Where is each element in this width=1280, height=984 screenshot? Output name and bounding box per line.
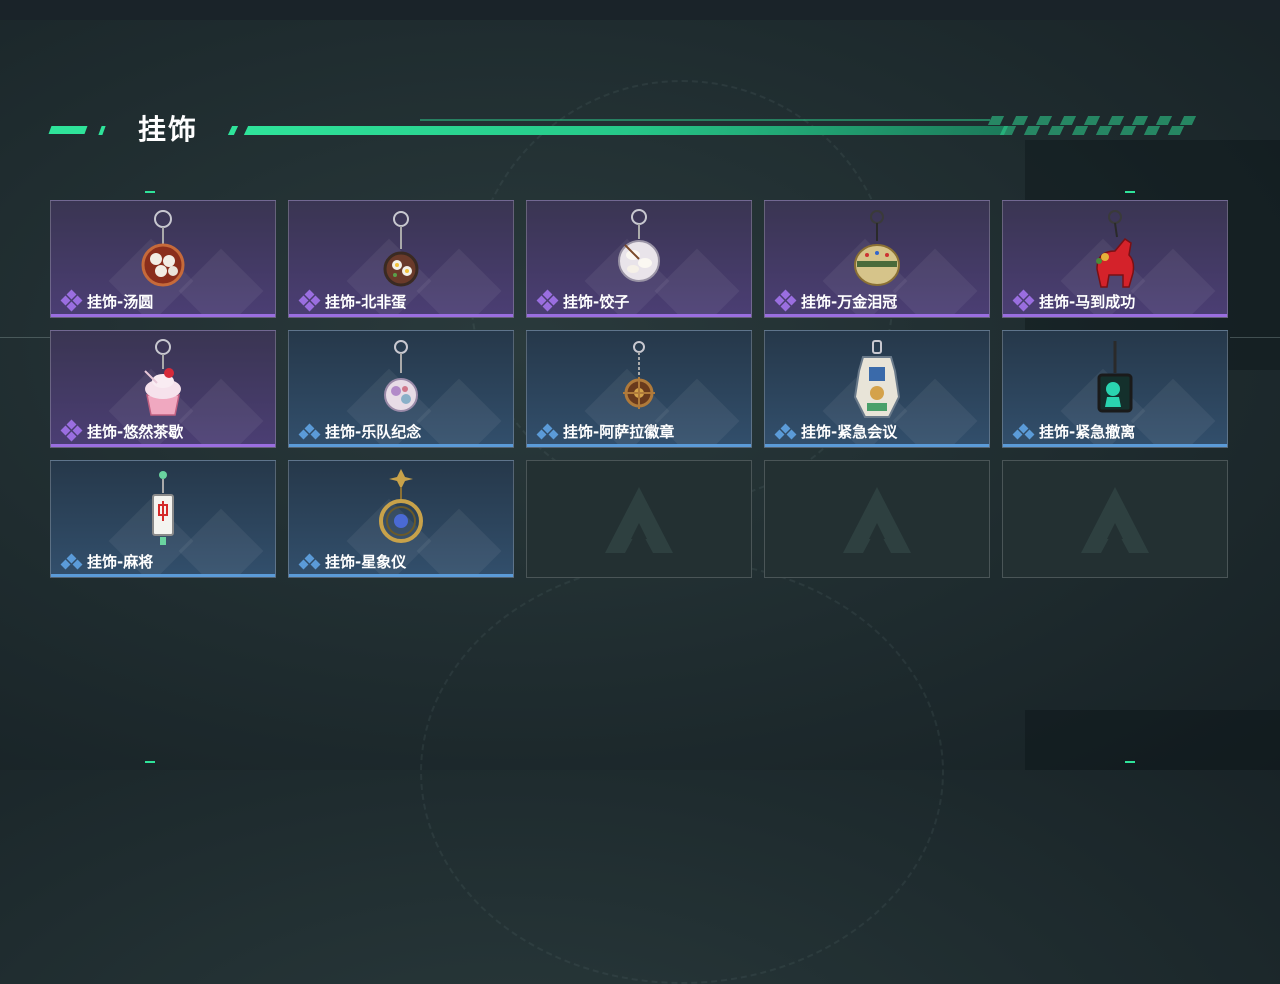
charm-card[interactable]: 挂饰-紧急撤离 [1002, 330, 1228, 448]
asara-emblem-charm-icon [623, 341, 655, 409]
rarity-purple-icon [536, 289, 559, 312]
charm-name: 挂饰-汤圆 [87, 292, 154, 311]
mahjong-tile-charm-icon [152, 471, 174, 545]
charm-name: 挂饰-阿萨拉徽章 [563, 422, 675, 441]
corner-mark [1125, 191, 1135, 193]
charm-label: 挂饰-汤圆 [60, 289, 154, 312]
game-logo-icon [1081, 487, 1149, 553]
rarity-bar [1003, 314, 1227, 317]
divider-line-left [0, 337, 50, 338]
charm-card[interactable]: 挂饰-星象仪 [288, 460, 514, 578]
charm-name: 挂饰-紧急会议 [801, 422, 898, 441]
jeweled-crown-charm-icon [854, 210, 900, 286]
rarity-bar [51, 314, 275, 317]
rarity-blue-icon [536, 420, 559, 442]
corner-mark [1125, 761, 1135, 763]
charm-card[interactable]: 挂饰-汤圆 [50, 200, 276, 318]
charm-label: 挂饰-饺子 [536, 289, 630, 312]
emergency-exit-charm-icon [1097, 341, 1133, 413]
header-bar [243, 126, 1009, 135]
charm-name: 挂饰-乐队纪念 [325, 422, 422, 441]
charm-name: 挂饰-饺子 [563, 292, 630, 311]
rarity-purple-icon [774, 289, 797, 312]
rarity-bar [527, 444, 751, 447]
rarity-bar [51, 444, 275, 447]
rarity-blue-icon [298, 420, 321, 442]
header-dash-decor [98, 126, 106, 135]
charm-label: 挂饰-紧急撤离 [1012, 420, 1136, 442]
charm-card[interactable]: 挂饰-麻将 [50, 460, 276, 578]
charm-card[interactable]: 挂饰-悠然茶歇 [50, 330, 276, 448]
charm-label: 挂饰-星象仪 [298, 550, 407, 572]
rarity-bar [289, 314, 513, 317]
rarity-purple-icon [60, 419, 83, 442]
rarity-purple-icon [60, 289, 83, 312]
section-title: 挂饰 [138, 113, 199, 146]
charm-card[interactable]: 挂饰-紧急会议 [764, 330, 990, 448]
rarity-purple-icon [1012, 289, 1035, 312]
charm-name: 挂饰-星象仪 [325, 552, 407, 571]
charm-name: 挂饰-悠然茶歇 [87, 422, 184, 441]
charm-card[interactable]: 挂饰-万金泪冠 [764, 200, 990, 318]
divider-line-right [1230, 337, 1280, 338]
charm-label: 挂饰-紧急会议 [774, 420, 898, 442]
rarity-blue-icon [774, 420, 797, 442]
empty-slot[interactable] [1002, 460, 1228, 578]
charm-label: 挂饰-万金泪冠 [774, 289, 898, 312]
charm-name: 挂饰-万金泪冠 [801, 292, 898, 311]
game-logo-icon [605, 487, 673, 553]
cupcake-charm-icon [144, 339, 181, 416]
rarity-blue-icon [60, 550, 83, 572]
header-dash-decor [227, 126, 239, 135]
game-logo-icon [843, 487, 911, 553]
header-thin-line [420, 119, 990, 121]
rarity-bar [289, 574, 513, 577]
top-bar [0, 0, 1280, 20]
charm-card[interactable]: 挂饰-马到成功 [1002, 200, 1228, 318]
tangyuan-bowl-charm-icon [141, 210, 185, 287]
red-horse-charm-icon [1096, 210, 1135, 288]
rarity-purple-icon [298, 289, 321, 312]
band-badge-charm-icon [384, 340, 418, 412]
shakshuka-pan-charm-icon [383, 211, 419, 287]
empty-slot[interactable] [764, 460, 990, 578]
rarity-bar [527, 314, 751, 317]
rarity-blue-icon [298, 550, 321, 572]
header-checker-decor [987, 116, 1200, 136]
charm-card[interactable]: 挂饰-阿萨拉徽章 [526, 330, 752, 448]
background-block-decor [1025, 710, 1280, 770]
emergency-meeting-charm-icon [853, 340, 901, 418]
charm-label: 挂饰-麻将 [60, 550, 154, 572]
charm-name: 挂饰-麻将 [87, 552, 154, 571]
rarity-bar [765, 444, 989, 447]
charm-card[interactable]: 挂饰-饺子 [526, 200, 752, 318]
dumplings-plate-charm-icon [618, 209, 660, 282]
charm-card[interactable]: 挂饰-乐队纪念 [288, 330, 514, 448]
rarity-bar [765, 314, 989, 317]
rarity-bar [51, 574, 275, 577]
charm-card[interactable]: 挂饰-北非蛋 [288, 200, 514, 318]
empty-slot[interactable] [526, 460, 752, 578]
charm-name: 挂饰-马到成功 [1039, 292, 1136, 311]
corner-mark [145, 761, 155, 763]
charm-name: 挂饰-北非蛋 [325, 292, 407, 311]
charm-label: 挂饰-乐队纪念 [298, 420, 422, 442]
astrolabe-charm-icon [379, 469, 423, 543]
charm-label: 挂饰-阿萨拉徽章 [536, 420, 675, 442]
rarity-bar [1003, 444, 1227, 447]
rarity-blue-icon [1012, 420, 1035, 442]
background-ring-decor [420, 560, 944, 984]
section-header: 挂饰 [0, 100, 1280, 160]
charm-label: 挂饰-北非蛋 [298, 289, 407, 312]
corner-mark [145, 191, 155, 193]
charm-name: 挂饰-紧急撤离 [1039, 422, 1136, 441]
rarity-bar [289, 444, 513, 447]
charm-label: 挂饰-悠然茶歇 [60, 419, 184, 442]
charm-label: 挂饰-马到成功 [1012, 289, 1136, 312]
header-dash-decor [48, 126, 88, 134]
